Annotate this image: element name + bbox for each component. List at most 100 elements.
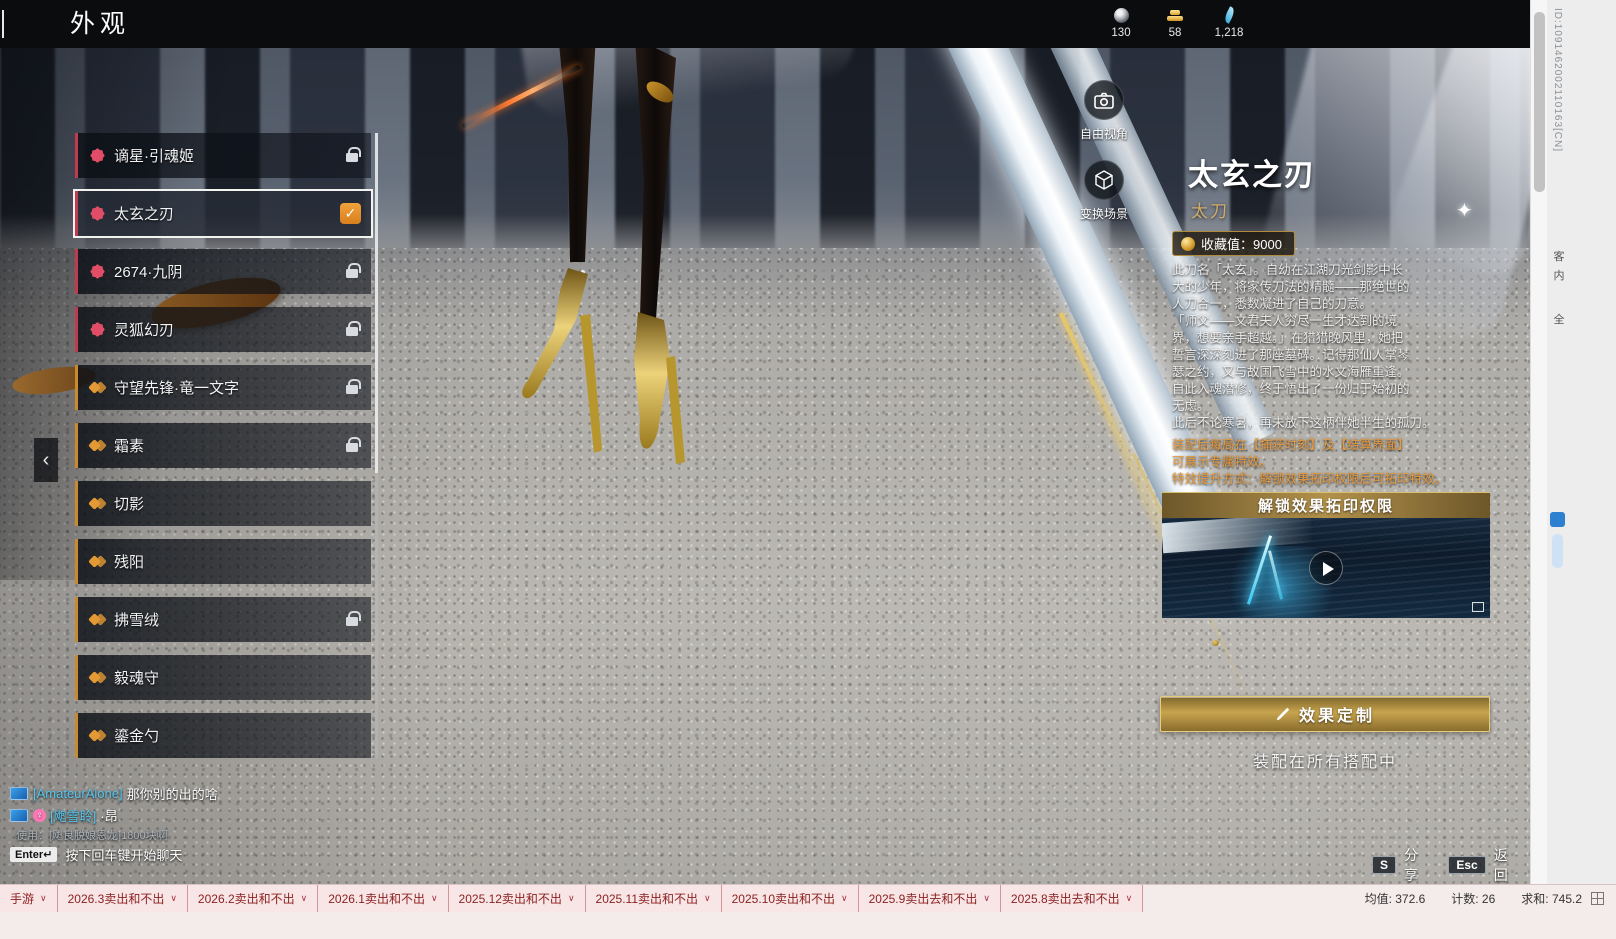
chat-sender: [飑雪聆]: [50, 806, 96, 825]
back-label[interactable]: 返回: [1494, 845, 1520, 884]
chat-hint-text: 按下回车键开始聊天: [65, 845, 182, 864]
skin-lore-text: 此刀名「太玄」。自幼在江湖刀光剑影中长 大的少年，将家传刀法的精髓——那绝世的 …: [1172, 262, 1506, 432]
chevron-down-icon: [568, 893, 575, 904]
skin-list-item[interactable]: 拂雪绒: [75, 597, 371, 642]
screenshot-root: 外观 130 58 1,218 谪星·引魂姬: [0, 0, 1616, 939]
character-legs: [430, 0, 750, 500]
skin-list-item[interactable]: 灵狐幻刃: [75, 307, 371, 352]
back-key-badge[interactable]: Esc: [1448, 856, 1485, 874]
stat-count: 计数: 26: [1451, 890, 1495, 907]
chat-sender: [AmateurAlone]: [33, 786, 123, 801]
free-camera-button[interactable]: 自由视角: [1076, 80, 1132, 142]
top-bar: 外观 130 58 1,218: [0, 0, 1530, 48]
skin-list-item[interactable]: 霜素: [75, 423, 371, 468]
share-key-badge[interactable]: S: [1372, 856, 1396, 874]
lock-icon: [346, 269, 358, 278]
skin-list-item[interactable]: 2674·九阴: [75, 249, 371, 294]
skin-name: 霜素: [114, 435, 144, 456]
skin-name: 切影: [114, 493, 144, 514]
lock-icon: [346, 327, 358, 336]
skin-name: 谪星·引魂姬: [114, 145, 194, 166]
sheet-tab[interactable]: 手游: [0, 885, 58, 912]
skin-list-item[interactable]: 谪星·引魂姬: [75, 133, 371, 178]
skin-list-item[interactable]: 鎏金勺: [75, 713, 371, 758]
scrollbar-thumb[interactable]: [375, 133, 378, 473]
gold-ingot-icon: [1166, 9, 1184, 22]
player-id-text: ID:1091462002110163[CN]: [1552, 8, 1563, 152]
skin-list-item[interactable]: 毅魂守: [75, 655, 371, 700]
stat-average: 均值: 372.6: [1365, 890, 1426, 907]
sheet-tab-bar: 手游 2026.3卖出和不出 2026.2卖出和不出 2026.1卖出和不出 2…: [0, 884, 1616, 939]
list-scrollbar[interactable]: [375, 133, 378, 758]
chevron-down-icon: [301, 893, 308, 904]
effect-customize-label: 效果定制: [1299, 702, 1375, 726]
currency-feather[interactable]: 1,218: [1202, 5, 1256, 39]
currency-group: 130 58 1,218: [1094, 5, 1256, 39]
sheet-tab[interactable]: 2025.10卖出和不出: [722, 885, 859, 912]
skin-name: 拂雪绒: [114, 609, 159, 630]
skin-list-item[interactable]: 切影: [75, 481, 371, 526]
unlock-banner: 解锁效果拓印权限: [1162, 492, 1490, 518]
sheet-tab[interactable]: 2025.9卖出去和不出: [859, 885, 1001, 912]
scene-cube-icon[interactable]: [1084, 160, 1124, 200]
edge-app-icon[interactable]: [1550, 512, 1565, 527]
chat-badge-icon: [10, 787, 28, 800]
play-button[interactable]: [1309, 551, 1343, 585]
effect-preview-video[interactable]: [1162, 518, 1490, 618]
chat-text: 那你别的出的啥: [127, 784, 218, 803]
sparkle-icon: [1456, 198, 1473, 223]
chat-badge-icon: [10, 809, 28, 822]
skin-detail-title: 太玄之刃: [1188, 150, 1316, 194]
lock-icon: [346, 617, 358, 626]
fullscreen-icon[interactable]: [1472, 602, 1484, 612]
enter-key-badge: Enter↵: [10, 847, 57, 862]
weapon-type-label: 太刀: [1191, 197, 1229, 222]
edge-vertical-labels: 客 内 全: [1552, 248, 1566, 330]
currency-ingot[interactable]: 58: [1148, 5, 1202, 39]
grid-view-icon[interactable]: [1591, 892, 1604, 905]
collapse-panel-button[interactable]: [34, 438, 58, 482]
sheet-tab[interactable]: 2026.1卖出和不出: [318, 885, 448, 912]
edge-label: 内: [1552, 267, 1566, 283]
currency-value: 58: [1148, 27, 1202, 39]
red-star-icon: [90, 264, 105, 279]
chevron-down-icon: [1126, 893, 1133, 904]
chevron-down-icon: [170, 893, 177, 904]
chat-open-hint[interactable]: Enter↵ 按下回车键开始聊天: [10, 845, 182, 864]
chat-system-line: 使用：[飑良脱娘恩龙]1800块啊: [16, 827, 168, 843]
edge-label: 全: [1552, 311, 1566, 327]
sheet-tab[interactable]: 2025.12卖出和不出: [449, 885, 586, 912]
right-edge-panel: ID:1091462002110163[CN] 客 内 全: [1530, 0, 1616, 884]
chevron-down-icon: [704, 893, 711, 904]
orange-diamond-icon: [90, 612, 105, 627]
chat-text: ·昂: [100, 806, 117, 825]
orange-diamond-icon: [90, 554, 105, 569]
vertical-scrollbar[interactable]: [1530, 0, 1547, 884]
sheet-tab[interactable]: 2026.3卖出和不出: [58, 885, 188, 912]
currency-orb[interactable]: 130: [1094, 5, 1148, 39]
skin-list-item[interactable]: 守望先锋·竜一文字: [75, 365, 371, 410]
sheet-tab[interactable]: 2025.11卖出和不出: [586, 885, 722, 912]
skin-name: 太玄之刃: [114, 203, 174, 224]
chevron-down-icon: [983, 893, 990, 904]
stat-sum: 求和: 745.2: [1521, 890, 1582, 907]
equipped-check-icon: [340, 203, 361, 224]
effect-customize-button[interactable]: 效果定制: [1160, 696, 1490, 732]
camera-icon[interactable]: [1084, 80, 1124, 120]
collection-coin-icon: [1181, 237, 1195, 251]
equip-status-text: 装配在所有搭配中: [1160, 748, 1490, 772]
skin-list-item-selected[interactable]: 太玄之刃: [75, 191, 371, 236]
orange-diamond-icon: [90, 670, 105, 685]
skin-list-item[interactable]: 残阳: [75, 539, 371, 584]
sheet-tab[interactable]: 2025.8卖出去和不出: [1001, 885, 1143, 912]
lock-icon: [346, 385, 358, 394]
brush-sword-icon: [1275, 706, 1291, 722]
edge-label: 客: [1552, 248, 1566, 264]
skin-effect-note: 装配后每局在【捕获时刻】及【结算界面】 可展示专属特效。 特效提升方式：解锁效果…: [1172, 437, 1506, 488]
page-title: 外观: [70, 0, 130, 48]
change-scene-button[interactable]: 变换场景: [1076, 160, 1132, 222]
chevron-down-icon: [841, 893, 848, 904]
share-label[interactable]: 分享: [1404, 845, 1430, 884]
scrollbar-thumb[interactable]: [1534, 12, 1545, 192]
sheet-tab[interactable]: 2026.2卖出和不出: [188, 885, 318, 912]
